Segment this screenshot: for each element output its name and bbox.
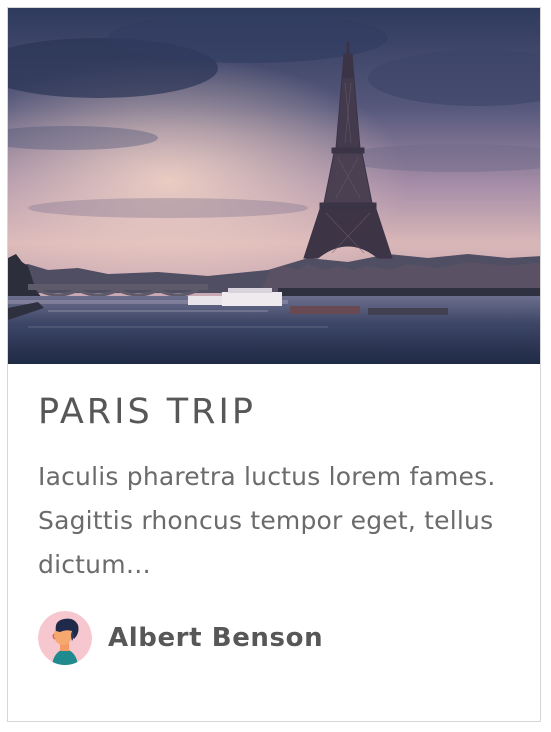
card-excerpt: Iaculis pharetra luctus lorem fames. Sag… bbox=[38, 462, 496, 579]
person-avatar-icon bbox=[38, 611, 92, 665]
eiffel-tower-photo bbox=[8, 8, 540, 364]
card-title: PARIS TRIP bbox=[38, 392, 256, 432]
author-info[interactable]: Albert Benson bbox=[38, 610, 323, 666]
article-card[interactable]: PARIS TRIP Iaculis pharetra luctus lorem… bbox=[7, 7, 541, 722]
author-name[interactable]: Albert Benson bbox=[108, 623, 323, 653]
